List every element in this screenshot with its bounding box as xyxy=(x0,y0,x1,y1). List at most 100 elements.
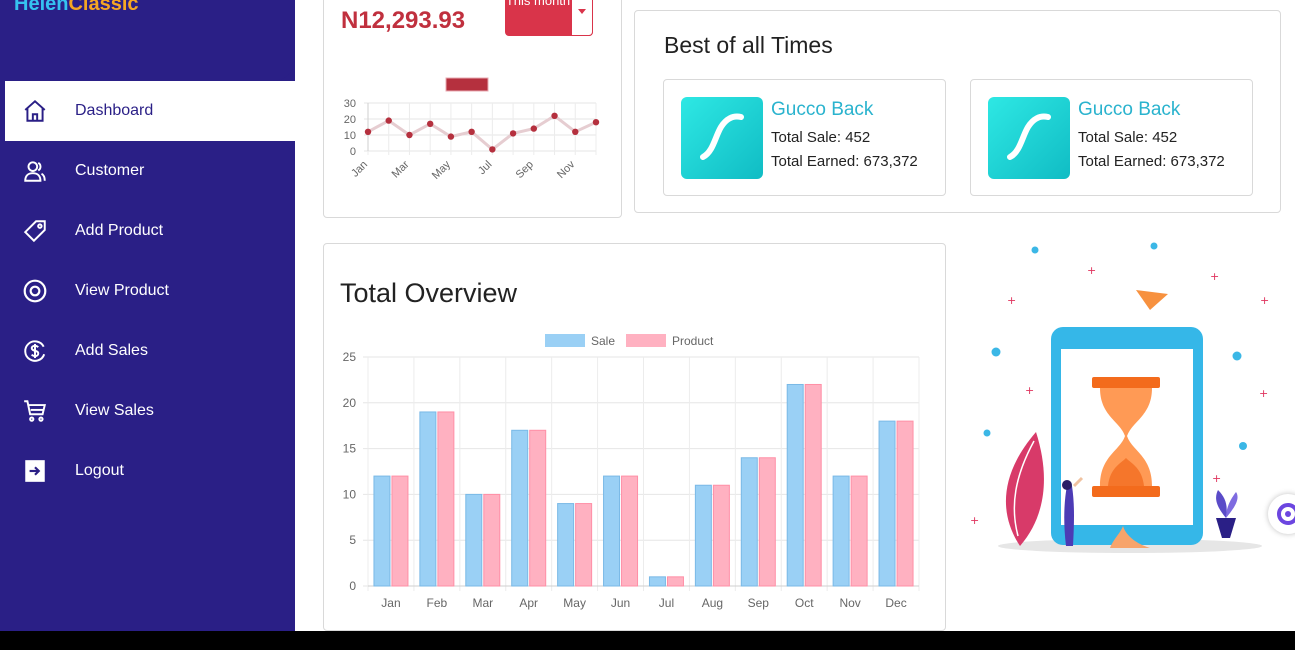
x-tick-label: Jul xyxy=(659,596,674,610)
y-tick-label: 30 xyxy=(344,98,356,110)
data-point xyxy=(551,112,558,119)
series-line xyxy=(367,113,597,152)
product-total-earned: Total Earned: 673,372 xyxy=(1078,153,1225,170)
product-name[interactable]: Gucco Back xyxy=(1078,99,1180,121)
sidebar-item-dashboard[interactable]: Dashboard xyxy=(5,81,295,141)
y-tick-label: 20 xyxy=(343,396,357,410)
legend-swatch xyxy=(545,334,585,347)
monthly-line-chart: 0 10 20 30 Jan Mar May Jul Sep Nov xyxy=(344,77,600,182)
data-point xyxy=(572,128,579,135)
x-tick-label: Nov xyxy=(555,158,578,181)
x-tick-label: May xyxy=(430,158,454,182)
svg-text:+: + xyxy=(970,514,979,527)
x-tick-label: Jan xyxy=(381,596,400,610)
sidebar-item-label: Add Product xyxy=(75,222,164,239)
sidebar-item-view-sales[interactable]: View Sales xyxy=(5,381,295,441)
product-name[interactable]: Gucco Back xyxy=(771,99,873,121)
section-title: Best of all Times xyxy=(664,32,833,58)
bar-sale xyxy=(603,475,621,587)
sidebar-item-label: View Sales xyxy=(75,402,154,419)
y-tick-label: 0 xyxy=(350,146,356,158)
svg-text:+: + xyxy=(1087,264,1096,277)
hourglass-illustration: + + + + + + + + xyxy=(970,242,1269,553)
sidebar: HelenClassic Dashboard Customer Add Prod… xyxy=(0,0,295,631)
data-point xyxy=(447,133,455,140)
y-tick-label: 10 xyxy=(344,130,356,142)
data-point xyxy=(364,128,372,135)
bar-product xyxy=(575,503,593,587)
bar-sale xyxy=(648,576,666,587)
x-tick-label: Jan xyxy=(349,159,370,180)
sidebar-item-logout[interactable]: Logout xyxy=(5,441,295,501)
data-point xyxy=(468,128,475,135)
chevron-down-icon[interactable] xyxy=(571,0,593,36)
x-tick-label: Mar xyxy=(472,596,493,610)
bar-product xyxy=(483,493,501,587)
data-point xyxy=(592,119,600,126)
product-thumbnail xyxy=(681,97,763,179)
x-tick-label: Jul xyxy=(476,159,494,177)
bar-product xyxy=(850,475,868,587)
dollar-circle-icon xyxy=(5,338,65,364)
x-tick-label: May xyxy=(563,596,586,610)
x-tick-label: Oct xyxy=(795,596,814,610)
y-tick-label: 5 xyxy=(349,533,356,547)
sidebar-item-label: Logout xyxy=(75,462,124,479)
sidebar-item-label: Customer xyxy=(75,162,145,179)
sidebar-item-label: View Product xyxy=(75,282,169,299)
logout-icon xyxy=(5,458,65,484)
svg-text:+: + xyxy=(1212,472,1221,485)
bar-sale xyxy=(740,457,758,587)
y-tick-label: 0 xyxy=(349,579,356,593)
bar-product xyxy=(529,429,547,587)
revenue-amount: N12,293.93 xyxy=(341,7,466,34)
bar-product xyxy=(804,383,822,587)
cart-icon xyxy=(5,398,65,424)
chat-widget-button[interactable] xyxy=(1268,494,1295,534)
eye-icon xyxy=(5,278,65,304)
y-tick-label: 15 xyxy=(343,442,357,456)
sidebar-item-add-sales[interactable]: Add Sales xyxy=(5,321,295,381)
sidebar-item-add-product[interactable]: Add Product xyxy=(5,201,295,261)
bar-product xyxy=(712,484,730,587)
x-tick-label: Mar xyxy=(390,158,412,180)
overview-bar-chart: Sale Product 0 5 10 15 20 25 Jan Feb Mar Apr May Jun J… xyxy=(343,334,920,610)
bar-sale xyxy=(465,493,483,587)
brand-logo[interactable]: HelenClassic xyxy=(14,0,139,16)
x-tick-label: Nov xyxy=(839,596,860,610)
sidebar-item-label: Dashboard xyxy=(75,102,154,119)
bar-product xyxy=(391,475,409,587)
bar-product xyxy=(437,411,455,587)
x-tick-label: Apr xyxy=(519,596,538,610)
product-total-sale: Total Sale: 452 xyxy=(771,129,871,146)
taskbar-strip xyxy=(0,631,1295,650)
data-point xyxy=(406,131,413,139)
tag-icon xyxy=(5,218,65,244)
x-tick-label: Aug xyxy=(702,596,723,610)
svg-text:+: + xyxy=(1259,387,1268,400)
bar-product xyxy=(758,457,776,587)
period-dropdown[interactable]: This month xyxy=(505,0,593,36)
y-tick-label: 25 xyxy=(343,350,357,364)
sidebar-item-label: Add Sales xyxy=(75,342,148,359)
users-icon xyxy=(5,158,65,184)
legend-swatch xyxy=(626,334,666,347)
data-point xyxy=(426,120,434,127)
data-point xyxy=(509,130,517,137)
sidebar-item-customer[interactable]: Customer xyxy=(5,141,295,201)
product-card[interactable]: Gucco Back Total Sale: 452 Total Earned:… xyxy=(970,79,1253,196)
product-card[interactable]: Gucco Back Total Sale: 452 Total Earned:… xyxy=(663,79,946,196)
bar-sale xyxy=(832,475,850,587)
total-overview-card: Total Overview Sale Product 0 5 10 15 20 25 Jan F… xyxy=(323,243,946,631)
x-tick-label: Jun xyxy=(611,596,630,610)
x-tick-label: Dec xyxy=(885,596,906,610)
data-point xyxy=(489,146,496,153)
legend-swatch xyxy=(445,77,489,92)
sidebar-item-view-product[interactable]: View Product xyxy=(5,261,295,321)
x-tick-label: Sep xyxy=(514,159,536,181)
bar-sale xyxy=(557,503,575,587)
data-point xyxy=(385,117,392,124)
svg-text:+: + xyxy=(1210,270,1219,283)
bar-product xyxy=(666,576,684,587)
product-total-earned: Total Earned: 673,372 xyxy=(771,153,918,170)
